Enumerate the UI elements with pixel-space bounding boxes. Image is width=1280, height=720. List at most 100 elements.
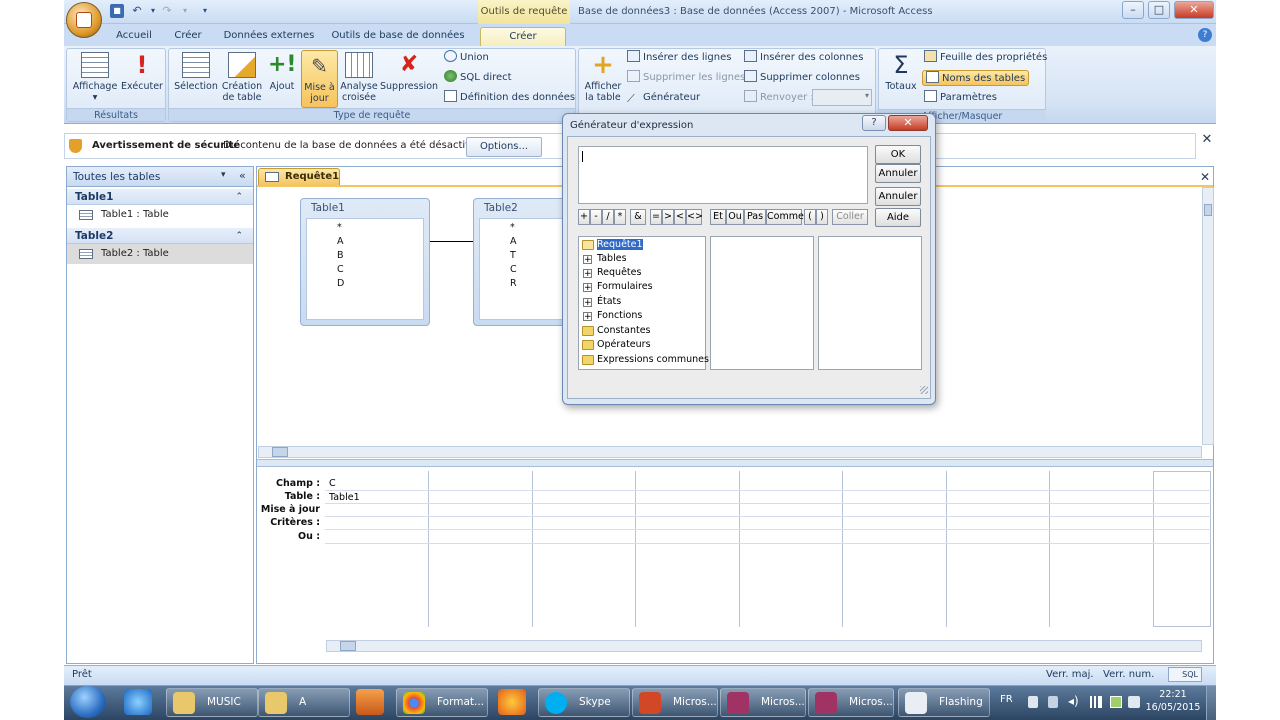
tree-node-operateurs[interactable]: Opérateurs: [582, 338, 651, 352]
save-icon[interactable]: ■: [110, 4, 124, 18]
scroll-thumb[interactable]: [1204, 204, 1212, 216]
chevron-up-icon[interactable]: ⌃: [235, 228, 243, 244]
cell-champ-1[interactable]: C: [329, 477, 336, 490]
supprimer-lignes-button[interactable]: Supprimer les lignes: [627, 70, 745, 86]
op-ou-button[interactable]: Ou: [726, 209, 744, 225]
grid-column[interactable]: [740, 471, 843, 627]
doc-tab-requete1[interactable]: Requête1: [258, 168, 340, 186]
nav-group-table1[interactable]: Table1 ⌃: [67, 189, 253, 205]
tab-creer-requete[interactable]: Créer: [480, 27, 566, 46]
affichage-button[interactable]: Affichage ▾: [70, 50, 120, 108]
dialog-close-button[interactable]: ✕: [888, 115, 928, 131]
nav-dropdown-icon[interactable]: ▾: [221, 170, 226, 180]
media-player-icon[interactable]: [356, 689, 384, 715]
cell-table-1[interactable]: Table1: [329, 491, 360, 504]
coller-button[interactable]: Coller: [832, 209, 868, 225]
field-item[interactable]: C: [510, 264, 517, 275]
signal-icon[interactable]: [1090, 696, 1102, 708]
flag-tray-icon[interactable]: [1048, 696, 1058, 708]
expand-plus-icon[interactable]: +: [583, 283, 592, 293]
suppression-button[interactable]: ✘ Suppression: [380, 50, 438, 108]
upper-horizontal-scrollbar[interactable]: [258, 446, 1202, 458]
taskbar-item-access-1[interactable]: Micros...: [720, 688, 806, 717]
tree-node-formulaires[interactable]: + Formulaires: [582, 280, 653, 294]
field-item[interactable]: D: [337, 278, 344, 289]
redo-dropdown-icon[interactable]: ▾: [178, 4, 192, 18]
annuler-button-2[interactable]: Annuler: [875, 187, 921, 206]
tree-node-requete1[interactable]: Requête1: [582, 238, 643, 252]
maximize-button[interactable]: □: [1148, 1, 1170, 19]
aide-button[interactable]: Aide: [875, 208, 921, 227]
undo-dropdown-icon[interactable]: ▾: [146, 4, 160, 18]
op-notequal-button[interactable]: <>: [686, 209, 703, 225]
nav-group-table2[interactable]: Table2 ⌃: [67, 228, 253, 244]
op-comme-button[interactable]: Comme: [766, 209, 804, 225]
tray-icon[interactable]: [1128, 696, 1140, 708]
tab-creer[interactable]: Créer: [166, 27, 210, 46]
scroll-thumb[interactable]: [340, 641, 356, 651]
join-line[interactable]: [430, 241, 474, 242]
undo-icon[interactable]: ↶: [130, 4, 144, 18]
taskbar-item-powerpoint[interactable]: Micros...: [632, 688, 718, 717]
language-indicator[interactable]: FR: [1000, 694, 1013, 705]
creation-table-button[interactable]: Création de table: [220, 50, 264, 108]
grid-column[interactable]: [533, 471, 636, 627]
field-item[interactable]: T: [510, 250, 516, 261]
generateur-button[interactable]: ⟋ Générateur: [627, 90, 700, 106]
taskbar-item-chrome[interactable]: Format...: [396, 688, 488, 717]
resize-grip-icon[interactable]: [920, 386, 928, 394]
nav-item-table1[interactable]: Table1 : Table: [67, 205, 253, 225]
ie-icon[interactable]: [124, 689, 152, 715]
network-tray-icon[interactable]: [1028, 696, 1038, 708]
op-divide-button[interactable]: /: [602, 209, 614, 225]
tab-accueil[interactable]: Accueil: [110, 27, 158, 46]
tree-node-expressions-communes[interactable]: Expressions communes: [582, 353, 709, 367]
op-greater-button[interactable]: >: [662, 209, 674, 225]
field-item[interactable]: *: [510, 222, 515, 233]
close-button[interactable]: ✕: [1174, 1, 1214, 19]
union-button[interactable]: Union: [444, 50, 489, 66]
ajout-button[interactable]: +! Ajout: [264, 50, 300, 108]
op-et-button[interactable]: Et: [710, 209, 726, 225]
nav-header[interactable]: Toutes les tables ▾ «: [67, 167, 253, 187]
taskbar-item-flashing[interactable]: Flashing: [898, 688, 990, 717]
sql-direct-button[interactable]: SQL direct: [444, 70, 512, 86]
minimize-button[interactable]: –: [1122, 1, 1144, 19]
grid-column[interactable]: [636, 471, 740, 627]
supprimer-colonnes-button[interactable]: Supprimer colonnes: [744, 70, 860, 86]
parametres-button[interactable]: Paramètres: [924, 90, 997, 106]
taskbar-item-skype[interactable]: Skype: [538, 688, 630, 717]
office-button[interactable]: [66, 2, 102, 38]
grid-column[interactable]: [1050, 471, 1154, 627]
expand-plus-icon[interactable]: +: [583, 312, 592, 322]
feuille-proprietes-button[interactable]: Feuille des propriétés: [924, 50, 1047, 66]
expand-plus-icon[interactable]: +: [583, 269, 592, 279]
expression-right-list[interactable]: [818, 236, 922, 370]
lower-horizontal-scrollbar[interactable]: [326, 640, 1202, 652]
taskbar-item-a[interactable]: A: [258, 688, 350, 717]
field-item[interactable]: R: [510, 278, 517, 289]
expand-plus-icon[interactable]: +: [583, 298, 592, 308]
ok-button[interactable]: OK: [875, 145, 921, 164]
op-concat-button[interactable]: &: [630, 209, 646, 225]
annuler-button[interactable]: Annuler: [875, 164, 921, 183]
selection-button[interactable]: Sélection: [172, 50, 220, 108]
afficher-table-button[interactable]: + Afficher la table: [582, 50, 624, 108]
op-lparen-button[interactable]: (: [804, 209, 816, 225]
nav-collapse-icon[interactable]: «: [239, 169, 246, 182]
field-list-table1[interactable]: Table1 * A B C D: [300, 198, 430, 326]
field-item[interactable]: A: [337, 236, 344, 247]
pane-splitter[interactable]: [257, 459, 1213, 467]
tree-node-constantes[interactable]: Constantes: [582, 324, 651, 338]
customize-qat-icon[interactable]: ▾: [198, 4, 212, 18]
tab-outils-base[interactable]: Outils de base de données: [328, 27, 468, 46]
analyse-croisee-button[interactable]: Analyse croisée: [340, 50, 378, 108]
op-plus-button[interactable]: +: [578, 209, 590, 225]
op-pas-button[interactable]: Pas: [744, 209, 766, 225]
expression-middle-list[interactable]: [710, 236, 814, 370]
field-item[interactable]: C: [337, 264, 344, 275]
expression-input[interactable]: [578, 146, 868, 204]
totaux-button[interactable]: Σ Totaux: [882, 50, 920, 108]
upper-vertical-scrollbar[interactable]: [1202, 187, 1214, 445]
redo-icon[interactable]: ↷: [160, 4, 174, 18]
